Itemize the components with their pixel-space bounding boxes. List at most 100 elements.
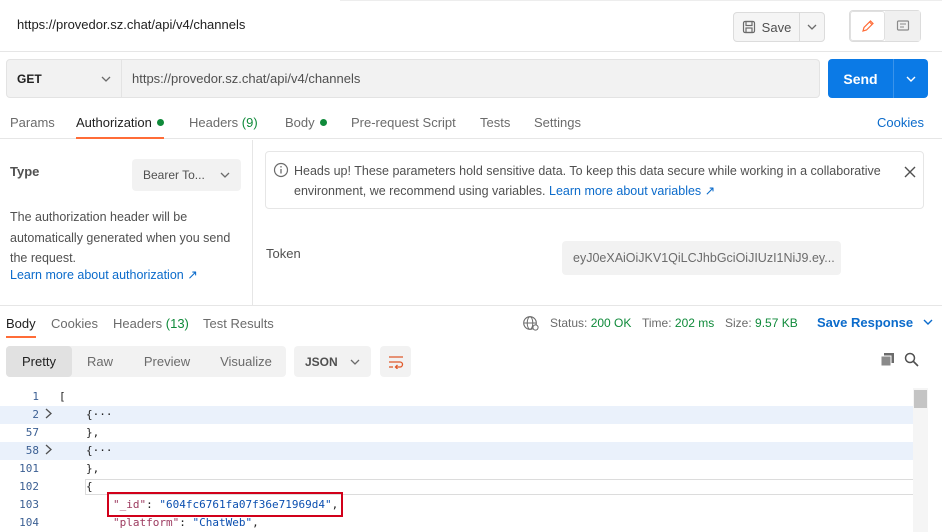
view-mode-toggle[interactable] xyxy=(849,10,921,42)
sensitive-data-alert: Heads up! These parameters hold sensitiv… xyxy=(265,151,924,209)
tab-headers[interactable]: Headers (9) xyxy=(189,115,258,130)
tab-body-label: Body xyxy=(285,115,315,130)
json-key: "platform" xyxy=(113,516,180,529)
token-input[interactable]: eyJ0eXAiOiJKV1QiLCJhbGciOiJIUzI1NiJ9.ey.… xyxy=(562,241,841,275)
wrap-lines-button[interactable] xyxy=(380,346,411,377)
globe-icon[interactable] xyxy=(522,315,539,331)
save-dropdown-button[interactable] xyxy=(800,24,824,30)
chevron-right-icon[interactable] xyxy=(44,444,53,455)
request-title[interactable]: https://provedor.sz.chat/api/v4/channels xyxy=(17,17,245,32)
line-number: 104 xyxy=(19,516,39,529)
preview-button[interactable]: Preview xyxy=(128,346,206,377)
line-number: 1 xyxy=(32,390,39,403)
scrollbar-thumb[interactable] xyxy=(914,390,927,408)
cookies-link[interactable]: Cookies xyxy=(877,115,924,130)
auth-type-select[interactable]: Bearer To... xyxy=(132,159,241,191)
send-button-group[interactable]: Send xyxy=(828,59,928,98)
tab-params[interactable]: Params xyxy=(10,115,55,130)
copy-icon[interactable] xyxy=(880,352,895,367)
visualize-button[interactable]: Visualize xyxy=(206,346,286,377)
code-line: 58 {··· xyxy=(0,442,928,460)
response-headers-count: (13) xyxy=(165,316,189,331)
line-number: 58 xyxy=(25,444,39,457)
save-response-label: Save Response xyxy=(817,315,914,330)
save-label: Save xyxy=(761,19,792,35)
send-button[interactable]: Send xyxy=(828,59,894,98)
chevron-down-icon xyxy=(923,319,933,325)
code-line: 2 {··· xyxy=(0,406,928,424)
line-number: 102 xyxy=(19,480,39,493)
size-readout: Size: 9.57 KB xyxy=(725,316,798,330)
chevron-down-icon xyxy=(101,76,111,82)
response-tabs: Body Cookies Headers (13) Test Results S… xyxy=(0,305,942,338)
tab-response-body[interactable]: Body xyxy=(6,316,36,331)
save-button[interactable]: Save xyxy=(734,13,800,41)
divider xyxy=(340,0,942,1)
tab-test-results[interactable]: Test Results xyxy=(203,316,274,331)
type-label: Type xyxy=(10,164,40,179)
language-select[interactable]: JSON xyxy=(294,346,371,377)
line-number: 101 xyxy=(19,462,39,475)
method-value: GET xyxy=(17,71,42,86)
info-icon xyxy=(273,162,289,178)
size-value: 9.57 KB xyxy=(755,316,798,330)
save-icon xyxy=(742,20,755,34)
url-input[interactable]: https://provedor.sz.chat/api/v4/channels xyxy=(122,59,820,98)
wrap-icon xyxy=(388,355,403,369)
code-line: 57 }, xyxy=(0,424,928,442)
time-value: 202 ms xyxy=(674,316,715,330)
chevron-down-icon xyxy=(906,76,916,82)
active-dot xyxy=(156,119,164,126)
save-response-button[interactable]: Save Response xyxy=(817,315,933,330)
close-icon[interactable] xyxy=(904,166,916,178)
tab-authorization-label: Authorization xyxy=(76,115,152,130)
line-number: 2 xyxy=(32,408,39,421)
tab-prerequest-script[interactable]: Pre-request Script xyxy=(351,115,456,130)
auth-description: The authorization header will be automat… xyxy=(10,210,231,265)
chevron-down-icon xyxy=(807,24,817,30)
line-number: 57 xyxy=(25,426,39,439)
view-format-group: Pretty Raw Preview Visualize xyxy=(6,346,286,377)
tab-response-cookies[interactable]: Cookies xyxy=(51,316,98,331)
tab-response-headers[interactable]: Headers (13) xyxy=(113,316,189,331)
save-button-group[interactable]: Save xyxy=(733,12,825,42)
code-text: }, xyxy=(86,426,100,439)
json-value: "ChatWeb" xyxy=(192,516,253,529)
tab-headers-label: Headers xyxy=(189,115,239,130)
alert-message: Heads up! These parameters hold sensitiv… xyxy=(294,161,904,201)
time-label: Time: xyxy=(642,316,672,330)
size-label: Size: xyxy=(725,316,752,330)
code-text: {··· xyxy=(86,408,113,421)
language-value: JSON xyxy=(305,354,338,369)
code-line: 101 }, xyxy=(0,460,928,478)
code-line: 1 [ xyxy=(0,388,928,406)
send-dropdown-button[interactable] xyxy=(894,59,928,98)
learn-variables-link[interactable]: Learn more about variables ↗ xyxy=(549,184,715,198)
learn-authorization-link[interactable]: Learn more about authorization ↗ xyxy=(10,267,198,282)
status-label: Status: xyxy=(550,316,588,330)
comments-button[interactable] xyxy=(885,11,920,41)
tab-authorization[interactable]: Authorization xyxy=(76,115,164,130)
raw-button[interactable]: Raw xyxy=(72,346,128,377)
request-tabs: Params Authorization Headers (9) Body Pr… xyxy=(0,110,942,139)
chevron-right-icon[interactable] xyxy=(44,408,53,419)
edit-mode-button[interactable] xyxy=(850,11,885,41)
code-text: }, xyxy=(86,462,100,475)
chevron-down-icon xyxy=(350,359,360,365)
pretty-button[interactable]: Pretty xyxy=(6,346,72,377)
auth-type-value: Bearer To... xyxy=(143,168,205,182)
status-readout: Status: 200 OK xyxy=(550,316,631,330)
tab-tests[interactable]: Tests xyxy=(480,115,510,130)
method-select[interactable]: GET xyxy=(6,59,122,98)
token-label: Token xyxy=(266,246,301,261)
search-icon[interactable] xyxy=(904,352,919,367)
active-tab-indicator xyxy=(6,336,36,338)
tab-body[interactable]: Body xyxy=(285,115,327,130)
tab-response-headers-label: Headers xyxy=(113,316,163,331)
status-value: 200 OK xyxy=(590,316,632,330)
time-readout: Time: 202 ms xyxy=(642,316,714,330)
tab-settings[interactable]: Settings xyxy=(534,115,581,130)
comment-icon xyxy=(896,20,909,31)
vertical-scrollbar[interactable] xyxy=(913,388,928,532)
code-text: {··· xyxy=(86,444,113,457)
